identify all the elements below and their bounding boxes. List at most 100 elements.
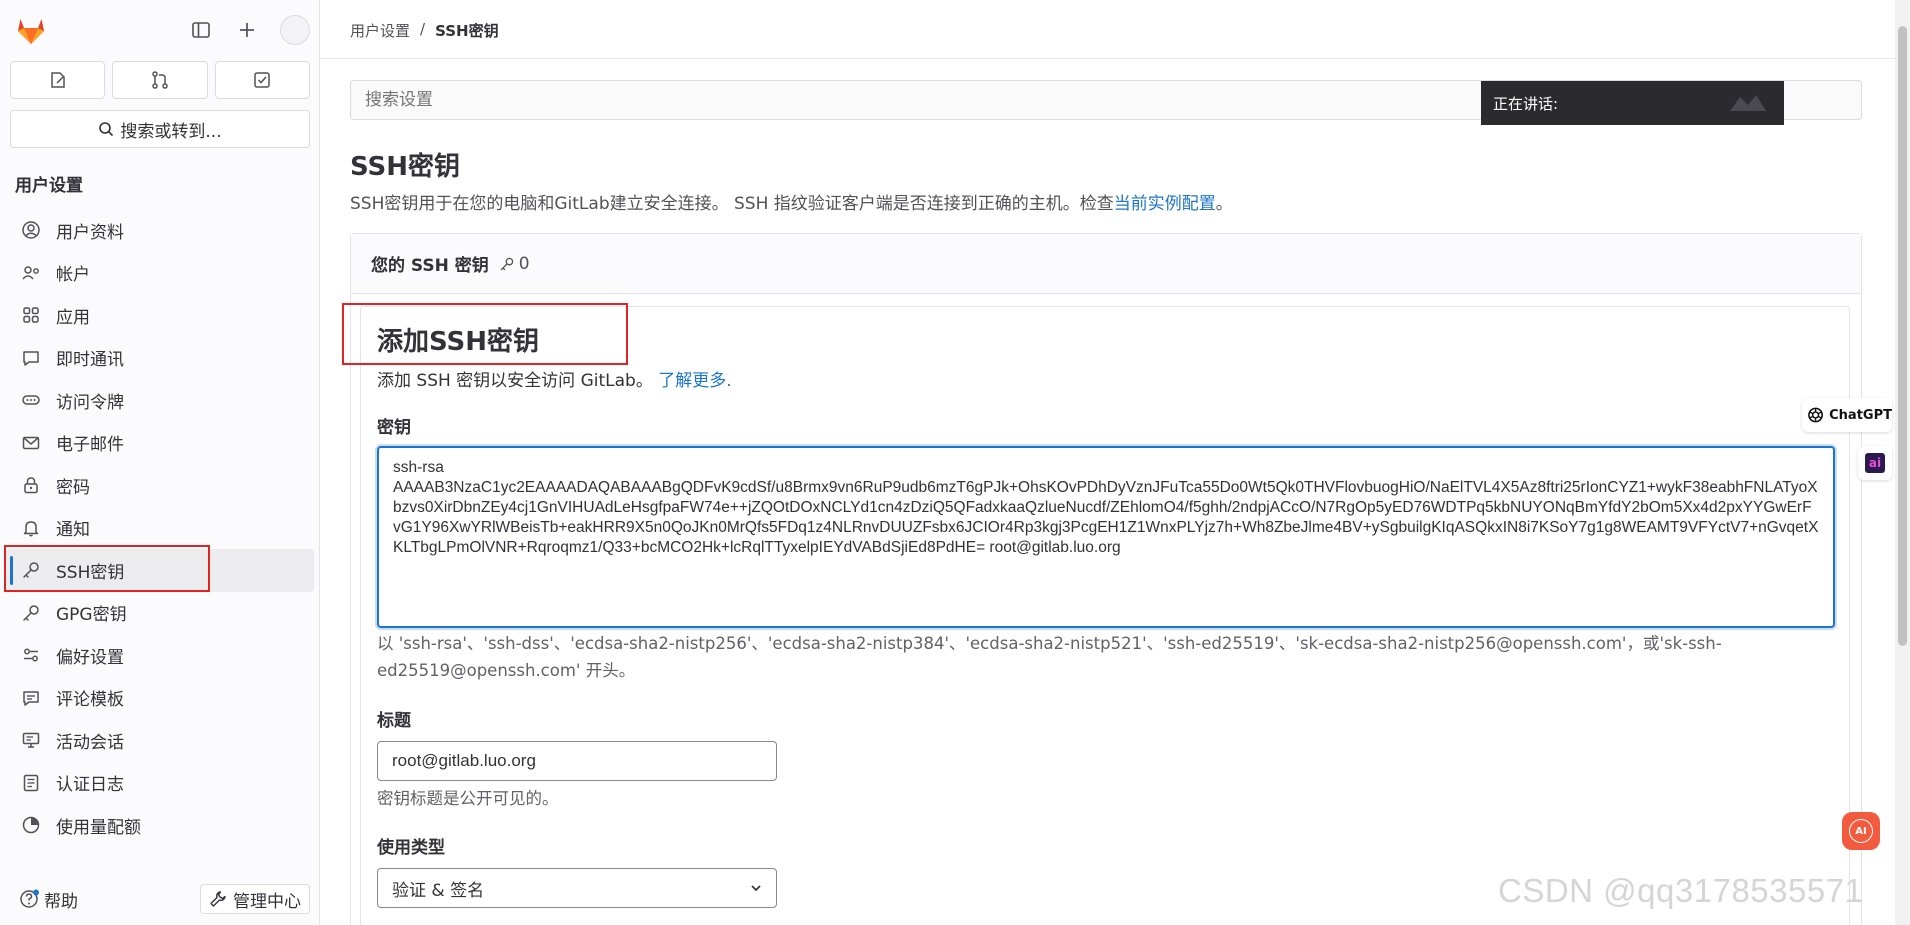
title-input[interactable] xyxy=(377,741,777,781)
applications-icon xyxy=(20,304,42,326)
mail-icon xyxy=(20,432,42,454)
add-ssh-key-title: 添加SSH密钥 xyxy=(377,327,540,357)
admin-area-label: 管理中心 xyxy=(233,891,301,912)
breadcrumb-current[interactable]: SSH密钥 xyxy=(435,20,499,41)
sidebar-item-comment-templates[interactable]: 评论模板 xyxy=(6,677,314,720)
sidebar-item-gpg-keys[interactable]: GPG密钥 xyxy=(6,592,314,635)
sidebar-item-profile[interactable]: 用户资料 xyxy=(6,209,314,252)
chatgpt-widget[interactable]: ChatGPT xyxy=(1802,398,1892,432)
breadcrumb-separator: / xyxy=(420,20,426,38)
sidebar-item-applications[interactable]: 应用 xyxy=(6,294,314,337)
ssh-keys-card-header: 您的 SSH 密钥 0 xyxy=(351,234,1861,294)
sidebar-item-label: 认证日志 xyxy=(56,775,124,796)
ai-side-widget[interactable]: ai xyxy=(1858,446,1892,480)
chatgpt-icon xyxy=(1808,407,1824,423)
admin-area-button[interactable]: 管理中心 xyxy=(200,884,310,914)
usage-type-label: 使用类型 xyxy=(377,838,445,858)
issues-icon xyxy=(50,72,65,88)
comment-template-icon xyxy=(20,687,42,709)
speaking-label: 正在讲话: xyxy=(1493,94,1559,113)
sidebar-item-preferences[interactable]: 偏好设置 xyxy=(6,634,314,677)
speaking-overlay: 正在讲话: xyxy=(1481,81,1784,125)
chevron-down-icon xyxy=(751,885,761,892)
sidebar: 搜索或转到... 用户设置 用户资料 帐户 应用 即时通讯 访问令牌 电子邮件 xyxy=(0,0,320,925)
help-label: 帮助 xyxy=(44,891,78,912)
title-hint: 密钥标题是公开可见的。 xyxy=(377,789,559,808)
sidebar-item-label: 活动会话 xyxy=(56,732,124,753)
sidebar-item-label: 密码 xyxy=(56,477,90,498)
key-label: 密钥 xyxy=(377,418,411,438)
key-icon xyxy=(500,257,514,270)
merge-requests-button[interactable] xyxy=(112,61,208,99)
page-title: SSH密钥 xyxy=(350,152,461,182)
quota-icon xyxy=(20,814,42,836)
sidebar-item-notifications[interactable]: 通知 xyxy=(6,507,314,550)
watermark: CSDN @qq3178535571 xyxy=(1498,872,1864,909)
sidebar-item-active-sessions[interactable]: 活动会话 xyxy=(6,719,314,762)
ai-assistant-button[interactable]: AI xyxy=(1842,812,1880,850)
sidebar-item-password[interactable]: 密码 xyxy=(6,464,314,507)
overlay-logo-icon xyxy=(1730,95,1766,111)
todo-button[interactable] xyxy=(214,61,310,99)
sidebar-quick-actions xyxy=(10,61,310,99)
token-icon xyxy=(20,389,42,411)
usage-type-value: 验证 & 签名 xyxy=(392,880,485,901)
preferences-icon xyxy=(20,644,42,666)
sidebar-nav: 用户资料 帐户 应用 即时通讯 访问令牌 电子邮件 密码 通知 SSH密钥 GP… xyxy=(6,209,314,847)
sidebar-item-access-tokens[interactable]: 访问令牌 xyxy=(6,379,314,422)
ssh-keys-count: 0 xyxy=(499,254,530,274)
merge-request-icon xyxy=(152,71,168,89)
monitor-icon xyxy=(20,729,42,751)
sidebar-item-label: GPG密钥 xyxy=(56,605,127,626)
checkbox-icon xyxy=(254,72,271,88)
sidebar-item-usage-quotas[interactable]: 使用量配额 xyxy=(6,804,314,847)
sidebar-heading: 用户设置 xyxy=(15,176,83,196)
gitlab-logo-icon[interactable] xyxy=(14,13,48,47)
chatgpt-label: ChatGPT xyxy=(1829,407,1892,423)
wrench-icon xyxy=(210,891,226,907)
sidebar-item-emails[interactable]: 电子邮件 xyxy=(6,422,314,465)
issues-button[interactable] xyxy=(10,61,106,99)
help-button[interactable]: 帮助 xyxy=(18,887,78,912)
search-icon xyxy=(99,122,114,137)
usage-type-select[interactable]: 验证 & 签名 xyxy=(377,868,777,908)
log-icon xyxy=(20,772,42,794)
instance-config-link[interactable]: 当前实例配置 xyxy=(1114,194,1216,214)
sidebar-footer: 帮助 管理中心 xyxy=(18,883,310,915)
bell-icon xyxy=(20,517,42,539)
ai-side-icon: ai xyxy=(1865,453,1885,473)
sidebar-item-chat[interactable]: 即时通讯 xyxy=(6,337,314,380)
plus-icon[interactable] xyxy=(234,17,260,43)
sidebar-item-label: 电子邮件 xyxy=(56,435,124,456)
sidebar-item-label: 使用量配额 xyxy=(56,817,141,838)
sidebar-item-auth-log[interactable]: 认证日志 xyxy=(6,762,314,805)
lock-icon xyxy=(20,474,42,496)
sidebar-item-label: 偏好设置 xyxy=(56,647,124,668)
sidebar-toggle-icon[interactable] xyxy=(188,17,214,43)
sidebar-item-label: 通知 xyxy=(56,520,90,541)
sidebar-item-label: 即时通讯 xyxy=(56,350,124,371)
key-textarea[interactable]: ssh-rsa AAAAB3NzaC1yc2EAAAADAQABAAABgQDF… xyxy=(377,446,1835,628)
sidebar-top xyxy=(14,12,310,48)
sidebar-item-label: 帐户 xyxy=(56,265,90,286)
breadcrumb: 用户设置 / SSH密钥 xyxy=(350,20,499,41)
page-description: SSH密钥用于在您的电脑和GitLab建立安全连接。 SSH 指纹验证客户端是否… xyxy=(350,194,1233,214)
avatar[interactable] xyxy=(280,15,310,45)
title-label: 标题 xyxy=(377,711,411,731)
highlight-box-nav xyxy=(4,545,210,592)
account-icon xyxy=(20,262,42,284)
global-search-button[interactable]: 搜索或转到... xyxy=(10,110,310,148)
learn-more-link[interactable]: 了解更多. xyxy=(658,371,731,391)
sidebar-item-label: 访问令牌 xyxy=(56,392,124,413)
chat-icon xyxy=(20,347,42,369)
ssh-keys-card-title: 您的 SSH 密钥 xyxy=(371,256,489,276)
scrollbar-thumb[interactable] xyxy=(1898,26,1907,646)
header-divider xyxy=(320,58,1895,59)
add-ssh-key-description: 添加 SSH 密钥以安全访问 GitLab。 了解更多. xyxy=(377,371,732,391)
breadcrumb-parent[interactable]: 用户设置 xyxy=(350,20,410,41)
key-format-hint: 以 'ssh-rsa'、'ssh-dss'、'ecdsa-sha2-nistp2… xyxy=(377,634,1722,680)
ai-assistant-label: AI xyxy=(1849,819,1873,843)
sidebar-item-label: 应用 xyxy=(56,307,90,328)
key-icon xyxy=(20,602,42,624)
sidebar-item-account[interactable]: 帐户 xyxy=(6,252,314,295)
